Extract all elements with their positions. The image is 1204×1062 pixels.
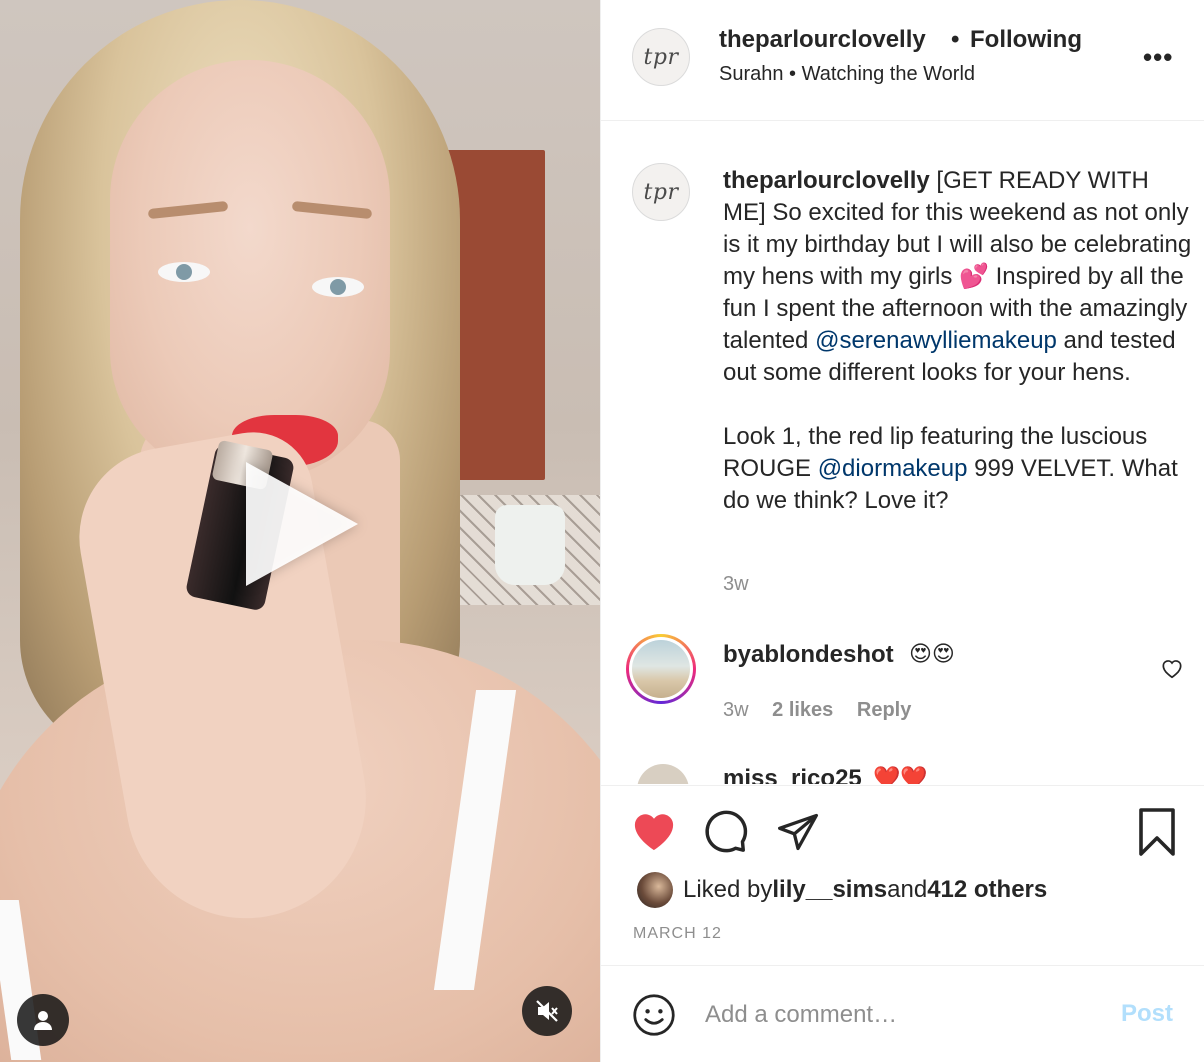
likes-middle: and bbox=[887, 876, 928, 903]
liker-avatar[interactable] bbox=[637, 872, 673, 908]
avatar-initials: tpr bbox=[643, 44, 679, 70]
mute-button[interactable] bbox=[522, 986, 572, 1036]
comment-username[interactable]: miss_rico25 bbox=[723, 765, 862, 784]
comment-like-button[interactable] bbox=[1159, 655, 1185, 686]
subject-eye-left bbox=[158, 262, 210, 282]
caption-author-avatar[interactable]: tpr bbox=[632, 163, 690, 221]
speaker-muted-icon bbox=[536, 1000, 558, 1022]
background-kettle bbox=[495, 505, 565, 585]
more-options-icon[interactable]: ••• bbox=[1143, 42, 1173, 73]
following-button[interactable]: Following bbox=[970, 26, 1082, 54]
likes-summary: Liked by lily__sims and 412 others bbox=[637, 872, 1047, 908]
comment-avatar[interactable] bbox=[626, 634, 696, 704]
likes-prefix: Liked by bbox=[683, 876, 773, 903]
heart-filled-icon bbox=[634, 814, 674, 851]
save-button[interactable] bbox=[1137, 808, 1177, 861]
tagged-users-button[interactable] bbox=[17, 994, 69, 1046]
post-actions: Liked by lily__sims and 412 others MARCH… bbox=[601, 785, 1204, 965]
play-icon[interactable] bbox=[246, 462, 358, 586]
post-comment-button[interactable]: Post bbox=[1121, 1000, 1173, 1028]
comment-bubble-icon bbox=[705, 810, 748, 853]
post-header: tpr theparlourclovelly • Following Surah… bbox=[601, 0, 1204, 121]
paper-plane-icon bbox=[778, 813, 818, 851]
comment-meta: 3w 2 likes Reply bbox=[723, 699, 911, 722]
mention-link[interactable]: @serenawylliemakeup bbox=[815, 327, 1057, 354]
comment-button[interactable] bbox=[703, 808, 749, 859]
emoji-button[interactable] bbox=[632, 993, 676, 1042]
separator-dot: • bbox=[951, 26, 960, 53]
comment-likes[interactable]: 2 likes bbox=[772, 699, 833, 721]
comments-section[interactable]: tpr theparlourclovelly [GET READY WITH M… bbox=[601, 121, 1204, 784]
comment-timestamp[interactable]: 3w bbox=[723, 699, 749, 721]
add-comment-bar: Post bbox=[601, 965, 1204, 1062]
caption-username[interactable]: theparlourclovelly bbox=[723, 167, 930, 194]
post-date[interactable]: MARCH 12 bbox=[633, 925, 722, 943]
like-button[interactable] bbox=[631, 810, 677, 857]
caption-text: [GET READY WITH ME] So excited for this … bbox=[723, 167, 1192, 354]
author-username[interactable]: theparlourclovelly bbox=[719, 26, 926, 54]
person-icon bbox=[34, 1011, 52, 1030]
share-button[interactable] bbox=[775, 810, 821, 859]
post-video[interactable] bbox=[0, 0, 600, 1062]
caption-timestamp[interactable]: 3w bbox=[723, 573, 749, 596]
heart-outline-icon bbox=[1162, 660, 1182, 679]
subject-eye-right bbox=[312, 277, 364, 297]
avatar-initials: tpr bbox=[643, 179, 679, 205]
comment-text: 😍😍 bbox=[909, 641, 955, 666]
comment-reply-button[interactable]: Reply bbox=[857, 699, 911, 721]
subject-face bbox=[110, 60, 390, 480]
mention-link[interactable]: @diormakeup bbox=[818, 455, 968, 482]
comment-input[interactable] bbox=[705, 994, 1095, 1036]
comment-avatar[interactable] bbox=[637, 764, 689, 784]
comment-text: ❤️❤️ bbox=[873, 765, 928, 784]
liker-username[interactable]: lily__sims bbox=[772, 876, 887, 904]
post-caption: theparlourclovelly [GET READY WITH ME] S… bbox=[723, 165, 1193, 517]
smiley-icon bbox=[633, 994, 675, 1036]
post-sidebar: tpr theparlourclovelly • Following Surah… bbox=[600, 0, 1204, 1062]
likes-others-link[interactable]: 412 others bbox=[927, 876, 1047, 904]
audio-subtitle[interactable]: Surahn • Watching the World bbox=[719, 63, 975, 86]
comment-username[interactable]: byablondeshot bbox=[723, 641, 894, 669]
bookmark-icon bbox=[1139, 808, 1175, 856]
author-avatar[interactable]: tpr bbox=[632, 28, 690, 86]
